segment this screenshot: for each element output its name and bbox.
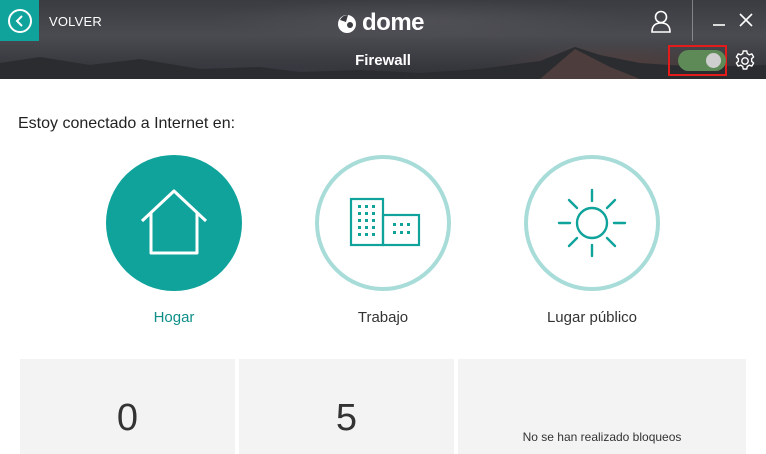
back-label[interactable]: VOLVER xyxy=(49,14,102,29)
public-disk[interactable] xyxy=(524,155,660,291)
buildings-icon xyxy=(349,197,421,247)
brand-name: dome xyxy=(362,9,425,36)
settings-button[interactable] xyxy=(733,49,757,73)
stat-panel-1: 0 xyxy=(20,359,235,454)
chevron-left-icon xyxy=(7,8,32,33)
header-bar: VOLVER dome Firewall xyxy=(0,0,766,79)
close-button[interactable] xyxy=(738,12,754,28)
minimize-button[interactable] xyxy=(712,12,726,28)
page-title: Firewall xyxy=(355,52,411,69)
toggle-knob[interactable] xyxy=(706,53,721,68)
stat-value-2: 5 xyxy=(335,397,358,439)
work-disk[interactable] xyxy=(315,155,451,291)
dome-logo: dome xyxy=(336,9,425,37)
location-option-home[interactable]: Hogar xyxy=(106,155,242,326)
sun-icon xyxy=(557,188,627,258)
home-label[interactable]: Hogar xyxy=(106,309,242,326)
stat-panel-3: No se han realizado bloqueos xyxy=(458,359,746,454)
location-option-work[interactable]: Trabajo xyxy=(315,155,451,326)
panda-logo-icon xyxy=(338,15,356,33)
home-disk[interactable] xyxy=(106,155,242,291)
no-blocks-message: No se han realizado bloqueos xyxy=(522,430,682,444)
close-icon xyxy=(739,13,753,27)
stat-value-1: 0 xyxy=(116,397,139,439)
user-icon xyxy=(651,10,671,33)
firewall-toggle[interactable] xyxy=(678,50,726,71)
user-account-button[interactable] xyxy=(648,9,674,33)
back-button[interactable] xyxy=(0,0,39,41)
gear-icon xyxy=(735,50,755,70)
connection-question: Estoy conectado a Internet en: xyxy=(18,115,236,132)
stat-panel-2: 5 xyxy=(239,359,454,454)
home-icon xyxy=(140,189,208,255)
public-label[interactable]: Lugar público xyxy=(524,309,660,326)
location-option-public[interactable]: Lugar público xyxy=(524,155,660,326)
minimize-icon xyxy=(713,24,725,26)
work-label[interactable]: Trabajo xyxy=(315,309,451,326)
header-divider xyxy=(692,0,693,41)
